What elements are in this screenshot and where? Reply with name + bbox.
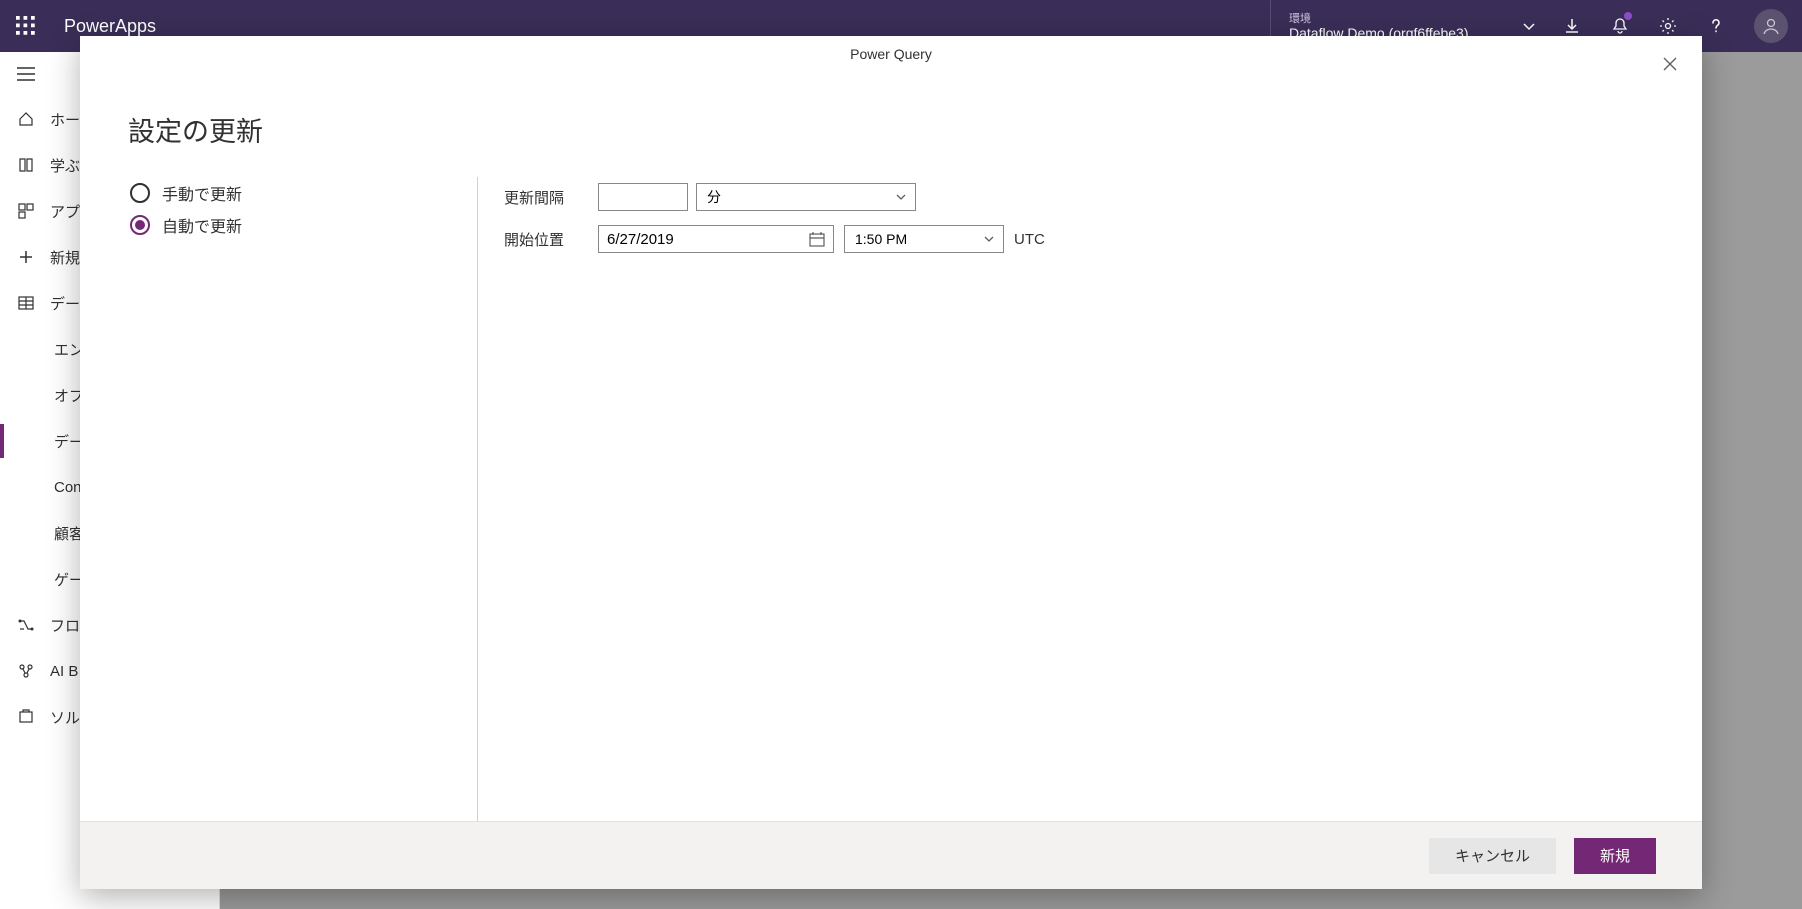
- environment-chevron[interactable]: [1510, 19, 1548, 33]
- sidebar-item-label: アプ: [50, 201, 80, 222]
- select-value: 分: [707, 187, 721, 207]
- notification-dot: [1624, 12, 1632, 20]
- dialog-footer: キャンセル 新規: [80, 821, 1702, 889]
- download-icon: [1563, 17, 1581, 35]
- dialog-tab-title: Power Query: [850, 46, 932, 62]
- user-avatar[interactable]: [1754, 9, 1788, 43]
- calendar-icon: [809, 231, 825, 247]
- close-icon: [1662, 56, 1678, 72]
- date-value: 6/27/2019: [607, 231, 674, 248]
- sidebar-item-label: 学ぶ: [50, 155, 80, 176]
- home-icon: [18, 111, 34, 127]
- timezone-label: UTC: [1014, 231, 1045, 248]
- start-time-select[interactable]: 1:50 PM: [844, 225, 1004, 253]
- flow-icon: [18, 617, 34, 633]
- radio-auto-refresh[interactable]: 自動で更新: [130, 209, 477, 241]
- sidebar-item-label: 新規: [50, 247, 80, 268]
- person-icon: [1761, 16, 1781, 36]
- sidebar-item-label: フロ: [50, 615, 80, 636]
- interval-input[interactable]: [598, 183, 688, 211]
- time-value: 1:50 PM: [855, 231, 907, 247]
- radio-label: 手動で更新: [162, 181, 242, 205]
- app-launcher-button[interactable]: [0, 0, 52, 52]
- plus-icon: [18, 249, 34, 265]
- chevron-down-icon: [1522, 19, 1536, 33]
- chevron-down-icon: [895, 191, 907, 203]
- dialog-title: 設定の更新: [80, 106, 1702, 149]
- brand-label: PowerApps: [52, 16, 156, 37]
- sidebar-item-label: ソル: [50, 707, 80, 728]
- environment-label: 環境: [1289, 12, 1492, 26]
- apps-icon: [18, 203, 34, 219]
- ai-icon: [18, 663, 34, 679]
- sidebar-item-label: AI B: [50, 663, 78, 680]
- refresh-mode-panel: 手動で更新 自動で更新: [80, 177, 478, 821]
- dialog-header: Power Query: [80, 36, 1702, 106]
- sidebar-item-label: デー: [50, 293, 80, 314]
- grid-icon: [18, 295, 34, 311]
- radio-icon: [130, 215, 150, 235]
- sidebar-toggle[interactable]: [0, 52, 52, 96]
- radio-icon: [130, 183, 150, 203]
- hamburger-icon: [17, 67, 35, 81]
- gear-icon: [1659, 17, 1677, 35]
- dialog-body: 手動で更新 自動で更新 更新間隔 分 開始位置 6/27/2019: [80, 149, 1702, 821]
- help-icon: [1707, 17, 1725, 35]
- interval-label: 更新間隔: [504, 187, 598, 208]
- dialog-close-button[interactable]: [1652, 46, 1688, 82]
- interval-unit-select[interactable]: 分: [696, 183, 916, 211]
- create-button[interactable]: 新規: [1574, 838, 1656, 874]
- radio-label: 自動で更新: [162, 213, 242, 237]
- sidebar-item-label: ホー: [50, 109, 80, 130]
- waffle-icon: [16, 16, 36, 36]
- book-icon: [18, 157, 34, 173]
- start-date-input[interactable]: 6/27/2019: [598, 225, 834, 253]
- chevron-down-icon: [983, 233, 995, 245]
- sidebar-item-label: Con: [54, 479, 82, 496]
- refresh-settings-dialog: Power Query 設定の更新 手動で更新 自動で更新 更新間隔 分: [80, 36, 1702, 889]
- solution-icon: [18, 709, 34, 725]
- refresh-schedule-panel: 更新間隔 分 開始位置 6/27/2019 1:50 PM: [478, 177, 1702, 821]
- radio-manual-refresh[interactable]: 手動で更新: [130, 177, 477, 209]
- start-label: 開始位置: [504, 229, 598, 250]
- cancel-button[interactable]: キャンセル: [1429, 838, 1556, 874]
